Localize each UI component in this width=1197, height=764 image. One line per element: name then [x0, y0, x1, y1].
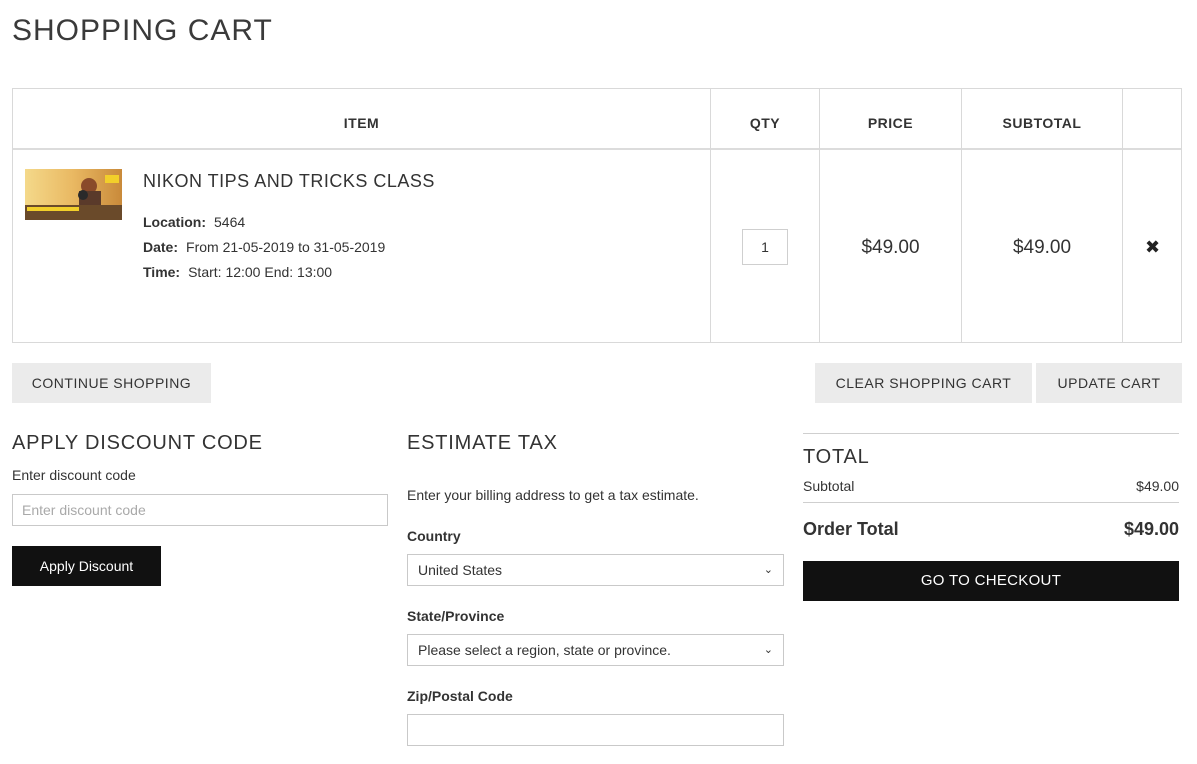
- product-image: [25, 169, 122, 220]
- tax-title: ESTIMATE TAX: [407, 432, 558, 454]
- continue-shopping-button[interactable]: CONTINUE SHOPPING: [12, 363, 211, 403]
- totals-divider: [803, 502, 1179, 503]
- state-select[interactable]: Please select a region, state or provinc…: [407, 634, 784, 666]
- item-date: Date: From 21-05-2019 to 31-05-2019: [143, 239, 385, 255]
- product-name[interactable]: NIKON TIPS AND TRICKS CLASS: [143, 171, 435, 192]
- time-label: Time:: [143, 264, 181, 280]
- discount-field-label: Enter discount code: [12, 467, 136, 483]
- zip-input[interactable]: [407, 714, 784, 746]
- clear-cart-button[interactable]: CLEAR SHOPPING CART: [815, 363, 1032, 403]
- item-time: Time: Start: 12:00 End: 13:00: [143, 264, 332, 280]
- location-value: 5464: [214, 214, 246, 230]
- time-value: Start: 12:00 End: 13:00: [188, 264, 333, 280]
- cart-table: ITEM QTY PRICE SUBTOTAL NIKON TIPS AND T…: [12, 88, 1182, 343]
- chevron-down-icon: ⌄: [763, 564, 773, 576]
- page-title: SHOPPING CART: [12, 14, 273, 47]
- apply-discount-button[interactable]: Apply Discount: [12, 546, 161, 586]
- zip-label: Zip/Postal Code: [407, 688, 513, 704]
- subtotal-label: Subtotal: [803, 478, 855, 494]
- close-icon[interactable]: ✖: [1145, 237, 1160, 258]
- quantity-input[interactable]: 1: [742, 229, 788, 265]
- state-value: Please select a region, state or provinc…: [418, 642, 671, 658]
- date-value: From 21-05-2019 to 31-05-2019: [186, 239, 386, 255]
- tax-description: Enter your billing address to get a tax …: [407, 487, 699, 503]
- item-location: Location: 5464: [143, 214, 245, 230]
- update-cart-button[interactable]: UPDATE CART: [1036, 363, 1182, 403]
- column-divider: [1122, 89, 1123, 342]
- header-subtotal: SUBTOTAL: [1002, 115, 1082, 131]
- checkout-button[interactable]: GO TO CHECKOUT: [803, 561, 1179, 601]
- chevron-down-icon: ⌄: [763, 644, 773, 656]
- discount-code-input[interactable]: [12, 494, 388, 526]
- header-item: ITEM: [343, 115, 380, 131]
- country-value: United States: [418, 562, 503, 578]
- date-label: Date:: [143, 239, 179, 255]
- item-subtotal: $49.00: [1012, 237, 1072, 258]
- state-label: State/Province: [407, 608, 505, 624]
- subtotal-value: $49.00: [1136, 478, 1179, 494]
- location-label: Location:: [143, 214, 206, 230]
- totals-title: TOTAL: [803, 446, 870, 468]
- product-thumbnail[interactable]: [25, 169, 122, 220]
- totals-divider-top: [803, 433, 1179, 434]
- discount-title: APPLY DISCOUNT CODE: [12, 432, 263, 454]
- order-total-label: Order Total: [803, 519, 899, 539]
- header-price: PRICE: [867, 115, 914, 131]
- country-select[interactable]: United States ⌄: [407, 554, 784, 586]
- header-qty: QTY: [749, 115, 781, 131]
- order-total-value: $49.00: [1123, 519, 1179, 539]
- country-label: Country: [407, 528, 461, 544]
- item-price: $49.00: [861, 237, 920, 258]
